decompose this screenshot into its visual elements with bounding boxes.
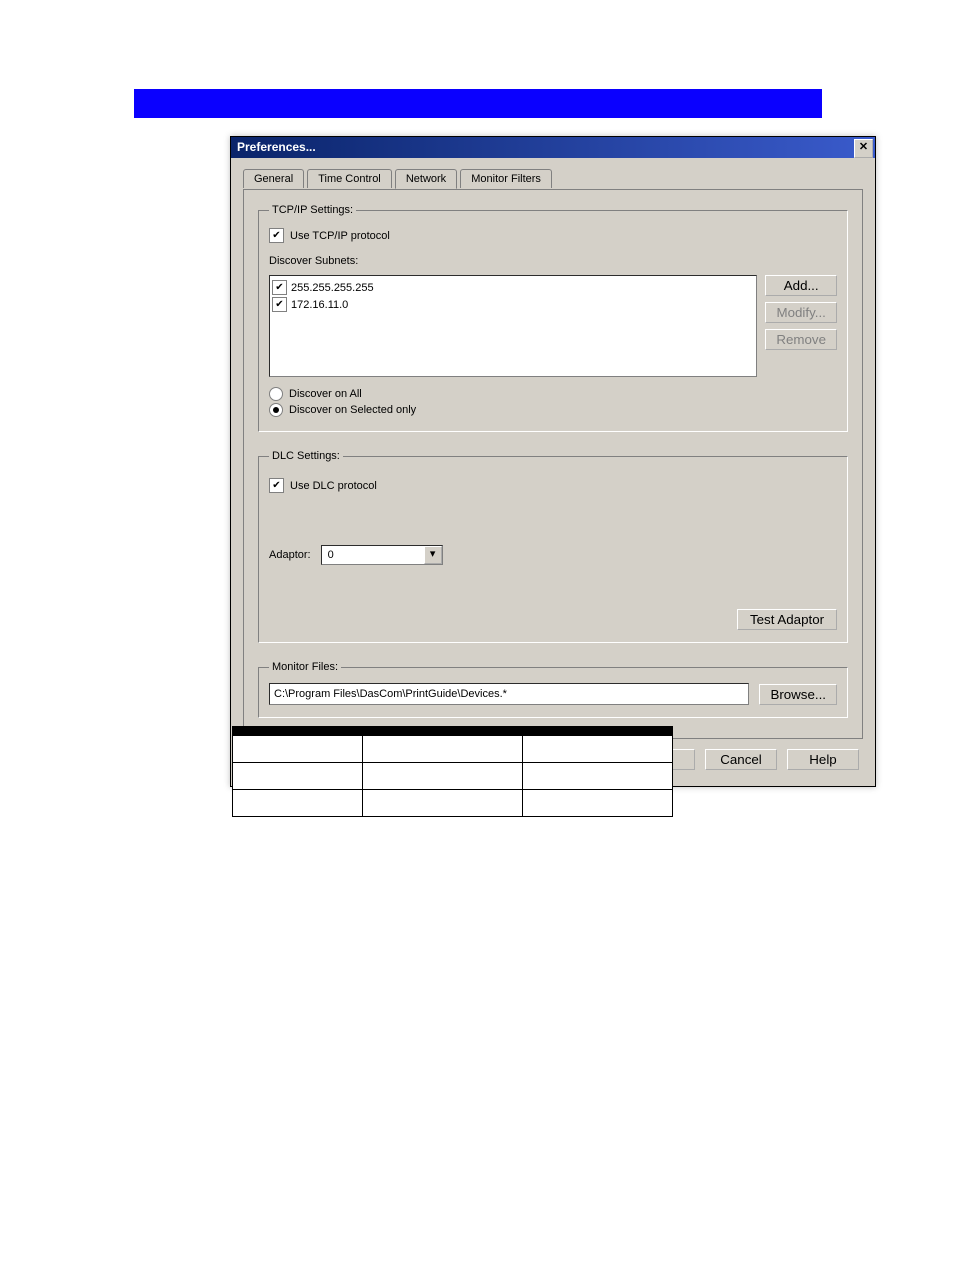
- modify-subnet-button[interactable]: Modify...: [765, 302, 837, 323]
- close-icon: ✕: [859, 141, 868, 153]
- tab-time-control[interactable]: Time Control: [307, 169, 392, 188]
- use-tcpip-checkbox[interactable]: ✔ Use TCP/IP protocol: [269, 228, 390, 243]
- discover-subnets-label: Discover Subnets:: [269, 255, 837, 267]
- checkmark-icon: ✔: [269, 228, 284, 243]
- use-dlc-label: Use DLC protocol: [290, 480, 377, 492]
- checkmark-icon: ✔: [272, 280, 287, 295]
- monitor-files-legend: Monitor Files:: [269, 661, 341, 673]
- window-title: Preferences...: [237, 140, 316, 154]
- help-button[interactable]: Help: [787, 749, 859, 770]
- table-row: [233, 790, 673, 817]
- tab-general[interactable]: General: [243, 169, 304, 188]
- discover-scope-radios: Discover on All Discover on Selected onl…: [269, 387, 837, 417]
- radio-icon: [269, 387, 283, 401]
- table-header-1: [363, 727, 523, 736]
- checkmark-icon: ✔: [272, 297, 287, 312]
- table-row: [233, 763, 673, 790]
- adaptor-row: Adaptor: 0 ▾: [269, 545, 837, 565]
- test-adaptor-row: Test Adaptor: [269, 609, 837, 630]
- dlc-legend: DLC Settings:: [269, 450, 343, 462]
- subnet-item-label: 255.255.255.255: [291, 282, 374, 294]
- table-header-2: [523, 727, 673, 736]
- titlebar[interactable]: Preferences... ✕: [231, 137, 875, 158]
- tcpip-settings-group: TCP/IP Settings: ✔ Use TCP/IP protocol D…: [258, 204, 848, 432]
- tab-panel-network: TCP/IP Settings: ✔ Use TCP/IP protocol D…: [243, 189, 863, 739]
- preferences-dialog: Preferences... ✕ General Time Control Ne…: [230, 136, 876, 787]
- close-button[interactable]: ✕: [854, 139, 873, 158]
- table-row: [233, 736, 673, 763]
- header-strip: [134, 89, 822, 118]
- add-subnet-button[interactable]: Add...: [765, 275, 837, 296]
- subnet-item-1[interactable]: ✔ 172.16.11.0: [272, 297, 754, 312]
- data-table: [232, 726, 673, 817]
- tabstrip: General Time Control Network Monitor Fil…: [243, 168, 863, 190]
- discover-selected-label: Discover on Selected only: [289, 404, 416, 416]
- test-adaptor-button[interactable]: Test Adaptor: [737, 609, 837, 630]
- discover-selected-radio[interactable]: Discover on Selected only: [269, 403, 837, 417]
- use-dlc-checkbox[interactable]: ✔ Use DLC protocol: [269, 478, 377, 493]
- subnets-listbox[interactable]: ✔ 255.255.255.255 ✔ 172.16.11.0: [269, 275, 757, 377]
- monitor-path-input[interactable]: [269, 683, 749, 705]
- tab-monitor-filters[interactable]: Monitor Filters: [460, 169, 552, 188]
- dlc-settings-group: DLC Settings: ✔ Use DLC protocol Adaptor…: [258, 450, 848, 643]
- cancel-button[interactable]: Cancel: [705, 749, 777, 770]
- subnet-item-0[interactable]: ✔ 255.255.255.255: [272, 280, 754, 295]
- tcpip-legend: TCP/IP Settings:: [269, 204, 356, 216]
- remove-subnet-button[interactable]: Remove: [765, 329, 837, 350]
- subnets-row: ✔ 255.255.255.255 ✔ 172.16.11.0 Add... M…: [269, 275, 837, 377]
- subnet-buttons: Add... Modify... Remove: [765, 275, 837, 377]
- table-header-0: [233, 727, 363, 736]
- adaptor-label: Adaptor:: [269, 549, 311, 561]
- tab-network[interactable]: Network: [395, 169, 457, 189]
- checkmark-icon: ✔: [269, 478, 284, 493]
- adaptor-value: 0: [322, 549, 424, 561]
- table-header-row: [233, 727, 673, 736]
- adaptor-select[interactable]: 0 ▾: [321, 545, 443, 565]
- subnet-item-label: 172.16.11.0: [291, 299, 348, 311]
- dialog-client: General Time Control Network Monitor Fil…: [231, 158, 875, 786]
- browse-button[interactable]: Browse...: [759, 684, 837, 705]
- use-tcpip-label: Use TCP/IP protocol: [290, 230, 390, 242]
- chevron-down-icon: ▾: [424, 546, 442, 564]
- discover-all-label: Discover on All: [289, 388, 362, 400]
- discover-all-radio[interactable]: Discover on All: [269, 387, 837, 401]
- radio-icon: [269, 403, 283, 417]
- monitor-files-group: Monitor Files: Browse...: [258, 661, 848, 718]
